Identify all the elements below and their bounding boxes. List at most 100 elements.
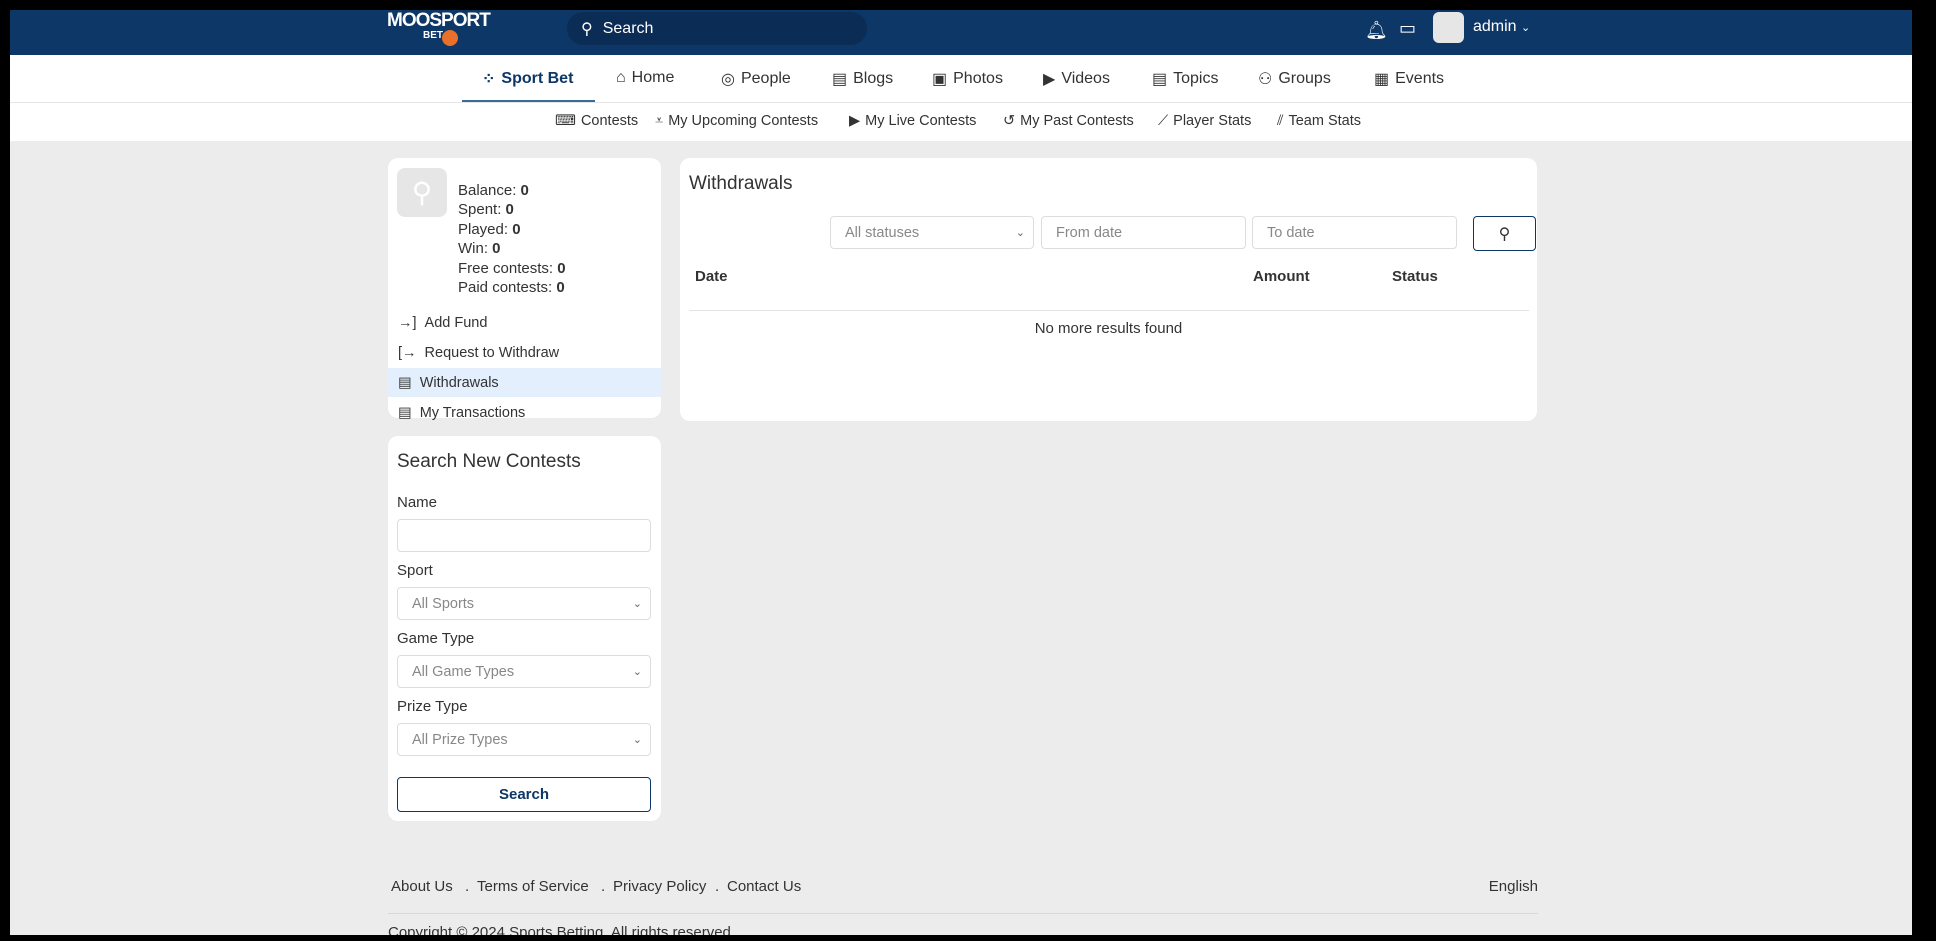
groups-icon: ⚇ xyxy=(1258,71,1273,88)
chevron-down-icon: ⌄ xyxy=(1015,227,1025,239)
chat-icon[interactable]: ▭ xyxy=(1399,18,1416,39)
game-type-label: Game Type xyxy=(397,630,475,647)
filter-search-button[interactable]: ⚲ xyxy=(1473,216,1536,251)
footer-contact[interactable]: Contact Us xyxy=(727,878,801,895)
nav-videos[interactable]: ▶ Videos xyxy=(1043,69,1110,89)
menu-add-fund[interactable]: →] Add Fund xyxy=(388,308,661,337)
search-icon: ⚲ xyxy=(581,20,593,38)
sport-select[interactable]: All Sports ⌄ xyxy=(397,587,651,620)
subnav-player-stats[interactable]: ⟋ Player Stats xyxy=(1158,113,1251,129)
prize-type-select[interactable]: All Prize Types ⌄ xyxy=(397,723,651,756)
name-input[interactable] xyxy=(397,519,651,552)
nav-topics[interactable]: ▤ Topics xyxy=(1152,69,1218,89)
footer-privacy[interactable]: Privacy Policy xyxy=(613,878,706,895)
footer-separator: . xyxy=(601,878,606,895)
receipt-icon: ▤ xyxy=(398,404,412,421)
logo-text: MOOSPORT xyxy=(387,10,491,31)
logo[interactable]: MOOSPORT BET xyxy=(387,10,491,48)
chevron-down-icon: ⌄ xyxy=(632,734,642,746)
profile-avatar-icon: ⚲ xyxy=(397,168,447,217)
footer-terms[interactable]: Terms of Service xyxy=(477,878,589,895)
empty-message: No more results found xyxy=(1034,320,1183,337)
stat-played: Played: 0 xyxy=(458,221,521,238)
subnav-live[interactable]: ▶ My Live Contests xyxy=(849,113,976,129)
withdrawals-title: Withdrawals xyxy=(689,173,793,194)
nav-home[interactable]: ⌂ Home xyxy=(616,69,674,87)
subnav-label: Contests xyxy=(580,113,639,129)
prize-type-label: Prize Type xyxy=(397,698,468,715)
status-filter-value: All statuses xyxy=(845,224,920,241)
menu-label: My Transactions xyxy=(419,404,526,421)
sport-label: Sport xyxy=(397,562,433,579)
from-date-placeholder: From date xyxy=(1056,224,1123,241)
nav-label: Topics xyxy=(1173,70,1219,87)
user-avatar[interactable] xyxy=(1433,12,1464,43)
active-tab-indicator xyxy=(462,100,595,102)
home-icon: ⌂ xyxy=(616,69,626,86)
column-date: Date xyxy=(695,268,728,285)
nav-label: Events xyxy=(1395,70,1445,87)
prize-type-value: All Prize Types xyxy=(412,731,508,748)
bell-icon[interactable]: 🔔︎ xyxy=(1365,20,1388,41)
menu-label: Withdrawals xyxy=(419,374,499,391)
stat-spent: Spent: 0 xyxy=(458,201,514,218)
stat-win: Win: 0 xyxy=(458,240,501,257)
nav-blogs[interactable]: ▤ Blogs xyxy=(832,69,893,89)
nav-photos[interactable]: ▣ Photos xyxy=(932,69,1003,89)
footer-separator: . xyxy=(465,878,470,895)
top-bar: MOOSPORT BET ⚲ Search 🔔︎ ▭ admin ⌄ xyxy=(10,10,1912,55)
language-selector[interactable]: English xyxy=(1488,878,1538,895)
subnav-label: Team Stats xyxy=(1288,113,1361,129)
menu-withdrawals[interactable]: ▤ Withdrawals xyxy=(388,368,661,397)
subnav-upcoming[interactable]: ⩡ My Upcoming Contests xyxy=(655,113,818,129)
trend-icon: ⟋ xyxy=(1158,113,1169,129)
table-divider xyxy=(689,310,1529,311)
subnav-team-stats[interactable]: ⫽ Team Stats xyxy=(1277,113,1361,129)
search-icon: ⚲ xyxy=(1498,225,1511,243)
subnav-label: My Past Contests xyxy=(1020,113,1134,129)
history-icon: ↺ xyxy=(1003,113,1016,129)
search-contests-button[interactable]: Search xyxy=(397,777,651,812)
nav-label: Blogs xyxy=(853,70,894,87)
video-icon: ▶ xyxy=(1043,71,1056,88)
sport-value: All Sports xyxy=(412,595,475,612)
footer-separator: . xyxy=(715,878,720,895)
name-label: Name xyxy=(397,494,438,511)
user-name: admin xyxy=(1473,18,1517,35)
stat-paid-contests: Paid contests: 0 xyxy=(458,279,565,296)
nav-people[interactable]: ◎ People xyxy=(721,69,791,89)
footer-about[interactable]: About Us xyxy=(391,878,453,895)
search-input[interactable]: ⚲ Search xyxy=(567,12,867,45)
nav-sport-bet[interactable]: ⁘ Sport Bet xyxy=(482,69,573,89)
search-placeholder: Search xyxy=(602,19,654,37)
copyright: Copyright © 2024 Sports Betting. All rig… xyxy=(388,924,736,935)
upcoming-icon: ⩡ xyxy=(655,113,664,129)
sport-icon: ⁘ xyxy=(482,71,496,88)
nav-events[interactable]: ▦ Events xyxy=(1374,69,1444,89)
game-type-select[interactable]: All Game Types ⌄ xyxy=(397,655,651,688)
sub-nav: ⌨ Contests ⩡ My Upcoming Contests ▶ My Live… xyxy=(10,103,1912,141)
column-status: Status xyxy=(1392,268,1438,285)
calendar-icon: ▦ xyxy=(1374,71,1390,88)
user-menu[interactable]: admin ⌄ xyxy=(1473,18,1530,36)
chevron-down-icon: ⌄ xyxy=(632,666,642,678)
people-icon: ◎ xyxy=(721,71,735,88)
logo-sub: BET xyxy=(423,30,443,41)
photo-icon: ▣ xyxy=(932,71,948,88)
subnav-label: My Upcoming Contests xyxy=(668,113,819,129)
game-type-value: All Game Types xyxy=(412,663,515,680)
nav-label: People xyxy=(740,70,791,87)
nav-groups[interactable]: ⚇ Groups xyxy=(1258,69,1331,89)
from-date-input[interactable]: From date xyxy=(1041,216,1246,249)
subnav-past[interactable]: ↺ My Past Contests xyxy=(1003,113,1134,129)
main-nav: ⁘ Sport Bet ⌂ Home ◎ People ▤ Blogs ▣ Photos … xyxy=(10,55,1912,103)
menu-transactions[interactable]: ▤ My Transactions xyxy=(388,398,661,427)
status-filter-select[interactable]: All statuses ⌄ xyxy=(830,216,1034,249)
column-amount: Amount xyxy=(1253,268,1310,285)
to-date-input[interactable]: To date xyxy=(1252,216,1457,249)
search-contests-card: Search New Contests Name Sport All Sport… xyxy=(388,436,661,821)
nav-label: Home xyxy=(631,69,675,86)
subnav-contests[interactable]: ⌨ Contests xyxy=(555,113,638,129)
menu-request-withdraw[interactable]: [→ Request to Withdraw xyxy=(388,338,661,367)
chevron-down-icon: ⌄ xyxy=(1521,22,1531,34)
